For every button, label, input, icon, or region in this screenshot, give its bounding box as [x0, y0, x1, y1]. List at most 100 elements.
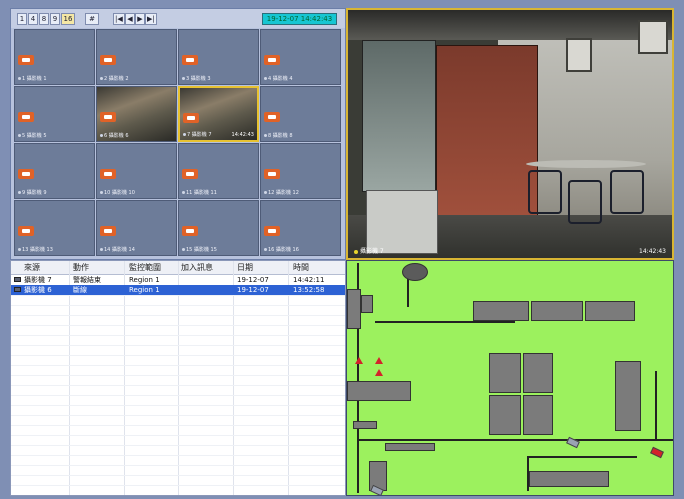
camera-tile-label: 16 攝影機 16	[264, 246, 299, 253]
camera-tile-2[interactable]: 2 攝影機 2	[96, 29, 177, 85]
camera-tile-15[interactable]: 15 攝影機 15	[178, 200, 259, 256]
signal-dot-icon	[354, 249, 358, 254]
camera-icon	[264, 55, 280, 65]
row-divider	[11, 465, 345, 466]
row-divider	[11, 475, 345, 476]
event-row[interactable]: 攝影機 6 斷線 Region 1 19-12-07 13:52:58	[11, 285, 345, 295]
event-row[interactable]: 攝影機 7 警報結束 Region 1 19-12-07 14:42:11	[11, 275, 345, 285]
camera-marker-icon[interactable]	[650, 446, 664, 459]
scene-chair	[568, 180, 602, 224]
signal-dot-icon	[183, 133, 186, 136]
col-action[interactable]: 動作	[73, 262, 89, 273]
scene-cabinet	[366, 190, 438, 254]
camera-tile-10[interactable]: 10 攝影機 10	[96, 143, 177, 199]
camera-tile-label: 1 攝影機 1	[18, 75, 47, 82]
event-cell-region: Region 1	[129, 286, 160, 294]
scene-picture-frame	[566, 38, 592, 72]
camera-tile-label: 13 攝影機 13	[18, 246, 53, 253]
camera-icon	[14, 277, 21, 282]
row-divider	[11, 355, 345, 356]
camera-tile-number: 11	[186, 190, 193, 196]
col-message[interactable]: 加入訊息	[181, 262, 213, 273]
map-desk	[489, 353, 521, 393]
camera-tile-name: 攝影機 9	[26, 190, 47, 196]
camera-tile-number: 9	[22, 190, 26, 196]
layout-16-button[interactable]: 16	[61, 13, 75, 25]
map-wall	[357, 439, 673, 441]
camera-tile-name: 攝影機 2	[108, 76, 129, 82]
camera-tile-3[interactable]: 3 攝影機 3	[178, 29, 259, 85]
next-page-button[interactable]: ▶	[135, 13, 145, 25]
map-counter	[529, 471, 609, 487]
scene-glass-shelf	[362, 40, 436, 192]
last-page-button[interactable]: ▶|	[145, 13, 157, 25]
row-divider	[11, 315, 345, 316]
layout-1-button[interactable]: 1	[17, 13, 27, 25]
signal-dot-icon	[18, 191, 21, 194]
camera-icon	[18, 226, 34, 236]
camera-icon	[18, 55, 34, 65]
camera-tile-label: 12 攝影機 12	[264, 189, 299, 196]
scene-ceiling	[348, 10, 672, 40]
row-divider	[11, 495, 346, 496]
camera-tile-16[interactable]: 16 攝影機 16	[260, 200, 341, 256]
row-divider	[11, 405, 345, 406]
camera-icon	[100, 112, 116, 122]
camera-tile-1[interactable]: 1 攝影機 1	[14, 29, 95, 85]
camera-icon	[14, 287, 21, 292]
row-divider	[11, 375, 345, 376]
map-desk	[523, 395, 553, 435]
camera-tile-6[interactable]: 6 攝影機 6	[96, 86, 177, 142]
event-cell-source: 攝影機 7	[24, 276, 52, 284]
event-list: 來源 動作 監控範圍 加入訊息 日期 時間 攝影機 7 警報結束 Region 1 1…	[10, 260, 346, 496]
camera-tile-number: 13	[22, 247, 29, 253]
map-bench	[353, 421, 377, 429]
layout-8-button[interactable]: 8	[39, 13, 49, 25]
surveillance-window: 1 4 8 9 16 # |◀ ◀ ▶ ▶| 19-12-07 14:42:43…	[10, 8, 674, 496]
layout-custom-button[interactable]: #	[85, 13, 99, 25]
camera-tile-7[interactable]: 7 攝影機 7 14:42:43	[178, 86, 259, 142]
floor-map[interactable]	[346, 260, 674, 496]
camera-marker-icon[interactable]	[375, 357, 383, 364]
camera-tile-11[interactable]: 11 攝影機 11	[178, 143, 259, 199]
camera-tile-number: 8	[268, 133, 272, 139]
signal-dot-icon	[100, 77, 103, 80]
signal-dot-icon	[18, 77, 21, 80]
camera-tile-13[interactable]: 13 攝影機 13	[14, 200, 95, 256]
camera-tile-label: 7 攝影機 7	[183, 131, 212, 138]
camera-tile-14[interactable]: 14 攝影機 14	[96, 200, 177, 256]
signal-dot-icon	[264, 191, 267, 194]
row-divider	[11, 325, 345, 326]
prev-page-button[interactable]: ◀	[125, 13, 135, 25]
camera-tile-12[interactable]: 12 攝影機 12	[260, 143, 341, 199]
map-block	[361, 295, 373, 313]
camera-tile-5[interactable]: 5 攝影機 5	[14, 86, 95, 142]
map-desk	[531, 301, 583, 321]
row-divider	[11, 295, 345, 296]
camera-marker-icon[interactable]	[355, 357, 363, 364]
event-cell-source: 攝影機 6	[24, 286, 52, 294]
main-view-camera-name: 攝影機 7	[360, 248, 384, 255]
camera-tile-8[interactable]: 8 攝影機 8	[260, 86, 341, 142]
layout-4-button[interactable]: 4	[28, 13, 38, 25]
camera-tile-label: 11 攝影機 11	[182, 189, 217, 196]
camera-tile-name: 攝影機 8	[272, 133, 293, 139]
signal-dot-icon	[100, 191, 103, 194]
col-time[interactable]: 時間	[293, 262, 309, 273]
layout-9-button[interactable]: 9	[50, 13, 60, 25]
col-region[interactable]: 監控範圍	[129, 262, 161, 273]
camera-tile-4[interactable]: 4 攝影機 4	[260, 29, 341, 85]
camera-tile-number: 4	[268, 76, 272, 82]
first-page-button[interactable]: |◀	[113, 13, 125, 25]
map-desk	[473, 301, 529, 321]
row-divider	[11, 445, 345, 446]
col-date[interactable]: 日期	[237, 262, 253, 273]
main-camera-view[interactable]: 攝影機 7 14:42:43	[346, 8, 674, 260]
camera-marker-icon[interactable]	[375, 369, 383, 376]
column-divider	[124, 261, 125, 495]
camera-tile-number: 5	[22, 133, 26, 139]
col-source[interactable]: 來源	[24, 262, 40, 273]
camera-tile-name: 攝影機 13	[29, 247, 53, 253]
camera-tile-number: 15	[186, 247, 193, 253]
camera-tile-9[interactable]: 9 攝影機 9	[14, 143, 95, 199]
